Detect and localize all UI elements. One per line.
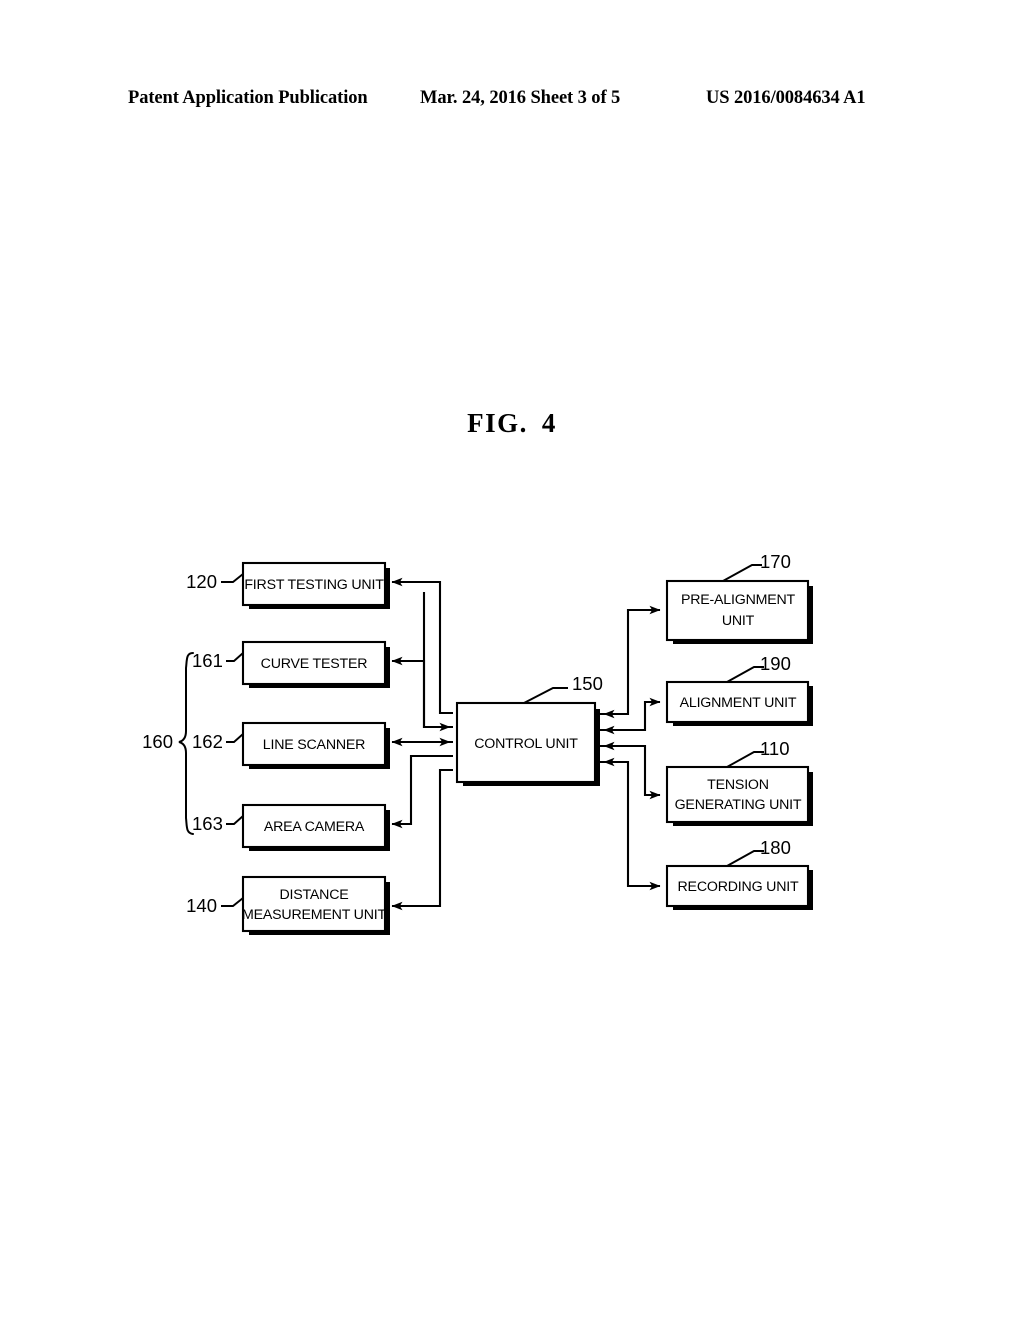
ref-170: 170	[722, 551, 791, 582]
ref-number-120: 120	[186, 571, 217, 592]
node-label-tension-generating-line2: GENERATING UNIT	[675, 797, 802, 813]
node-pre-alignment-unit[interactable]: PRE-ALIGNMENT UNIT	[665, 579, 813, 644]
node-distance-measurement-unit[interactable]: DISTANCE MEASUREMENT UNIT	[241, 875, 390, 935]
node-recording-unit[interactable]: RECORDING UNIT	[665, 864, 813, 910]
node-label-recording-unit: RECORDING UNIT	[678, 879, 799, 895]
node-control-unit[interactable]: CONTROL UNIT	[455, 701, 600, 786]
node-label-first-testing-unit: FIRST TESTING UNIT	[244, 577, 384, 593]
wire-control-to-first-testing-unit	[391, 577, 453, 715]
ref-163: 163	[192, 813, 244, 834]
wire-control-to-area-camera	[391, 754, 453, 829]
node-line-scanner[interactable]: LINE SCANNER	[241, 721, 390, 769]
ref-140: 140	[186, 895, 244, 916]
ref-162: 162	[192, 731, 244, 752]
ref-number-161: 161	[192, 650, 223, 671]
ref-number-160: 160	[142, 731, 173, 752]
wire-control-to-pre-alignment-unit	[599, 605, 661, 716]
ref-110: 110	[726, 738, 790, 768]
node-area-camera[interactable]: AREA CAMERA	[241, 803, 390, 851]
ref-180: 180	[726, 837, 791, 867]
wire-first-testing-unit-to-control	[422, 592, 451, 732]
node-curve-tester[interactable]: CURVE TESTER	[241, 640, 390, 688]
node-label-pre-alignment-line2: UNIT	[722, 613, 755, 629]
wire-control-to-tension-generating-unit	[599, 744, 661, 800]
ref-number-163: 163	[192, 813, 223, 834]
block-diagram: FIRST TESTING UNIT 120 CURVE TESTER 161 …	[142, 551, 813, 935]
ref-161: 161	[192, 650, 244, 671]
ref-120: 120	[186, 571, 244, 592]
node-label-distance-measurement-line2: MEASUREMENT UNIT	[242, 907, 386, 923]
node-label-control-unit: CONTROL UNIT	[474, 736, 578, 752]
node-tension-generating-unit[interactable]: TENSION GENERATING UNIT	[665, 765, 813, 826]
ref-number-140: 140	[186, 895, 217, 916]
ref-number-150: 150	[572, 673, 603, 694]
ref-number-180: 180	[760, 837, 791, 858]
wire-control-to-recording-unit	[599, 760, 661, 891]
wire-control-to-curve-tester	[391, 656, 453, 729]
ref-number-190: 190	[760, 653, 791, 674]
wire-control-to-distance-measurement	[391, 768, 453, 911]
ref-number-110: 110	[760, 738, 790, 759]
node-label-pre-alignment-line1: PRE-ALIGNMENT	[681, 592, 796, 608]
node-label-curve-tester: CURVE TESTER	[261, 656, 368, 672]
ref-number-170: 170	[760, 551, 791, 572]
group-brace-160: 160	[142, 652, 194, 835]
node-first-testing-unit[interactable]: FIRST TESTING UNIT	[241, 561, 390, 609]
node-label-line-scanner: LINE SCANNER	[263, 737, 365, 753]
node-label-distance-measurement-line1: DISTANCE	[279, 887, 348, 903]
node-alignment-unit[interactable]: ALIGNMENT UNIT	[665, 680, 813, 726]
node-label-tension-generating-line1: TENSION	[707, 777, 769, 793]
node-label-alignment-unit: ALIGNMENT UNIT	[680, 695, 797, 711]
node-label-area-camera: AREA CAMERA	[264, 819, 365, 835]
ref-number-162: 162	[192, 731, 223, 752]
patent-page: Patent Application Publication Mar. 24, …	[0, 0, 1024, 1320]
ref-150: 150	[523, 673, 603, 704]
ref-190: 190	[726, 653, 791, 683]
wire-control-to-alignment-unit	[599, 697, 661, 732]
